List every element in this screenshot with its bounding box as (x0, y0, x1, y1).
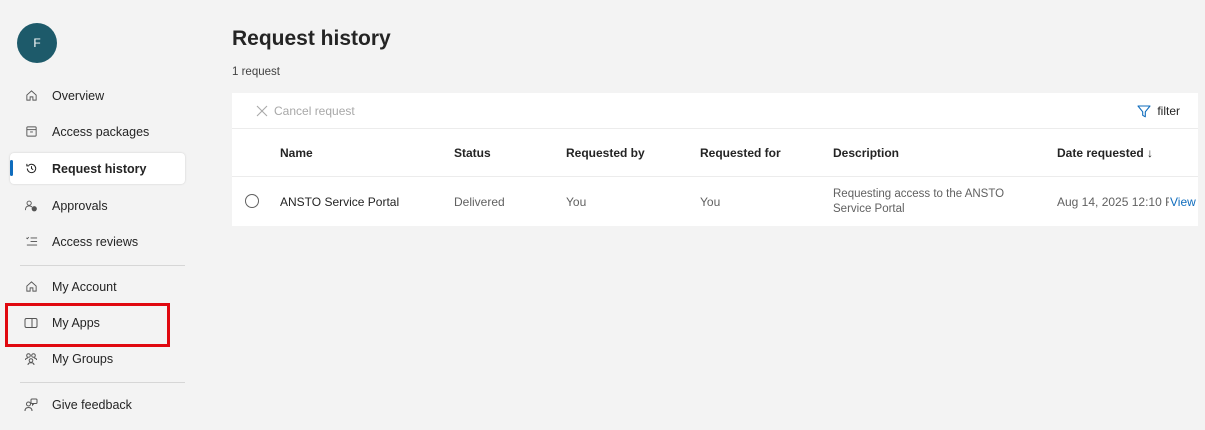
home-icon (24, 89, 38, 103)
sidebar-item-label: My Groups (52, 351, 114, 366)
sidebar-item-label: Request history (52, 161, 147, 176)
package-icon (24, 125, 38, 139)
cell-description: Requesting access to the ANSTO Service P… (833, 187, 1005, 215)
sidebar-item-my-groups[interactable]: My Groups (10, 343, 185, 374)
sidebar-item-label: Access reviews (52, 234, 139, 249)
close-icon (256, 105, 268, 117)
view-link[interactable]: View (1170, 177, 1196, 226)
column-header-requested-for[interactable]: Requested for (700, 129, 781, 176)
sidebar-item-label: My Account (52, 279, 117, 294)
row-select-radio[interactable] (245, 194, 259, 208)
filter-icon (1137, 104, 1151, 117)
column-header-requested-by[interactable]: Requested by (566, 129, 645, 176)
sidebar: F Overview Access packages Request histo… (0, 0, 195, 430)
sidebar-divider (20, 265, 185, 266)
home-icon (24, 280, 38, 294)
avatar[interactable]: F (17, 23, 57, 63)
approvals-icon (24, 199, 38, 213)
sidebar-item-label: Overview (52, 88, 105, 103)
filter-label: filter (1157, 104, 1180, 118)
cell-status: Delivered (454, 194, 505, 209)
request-count: 1 request (232, 66, 280, 78)
sidebar-divider (20, 382, 185, 383)
active-indicator (10, 160, 13, 176)
sidebar-item-access-reviews[interactable]: Access reviews (10, 226, 185, 257)
sidebar-item-my-account[interactable]: My Account (10, 271, 185, 302)
cell-date-requested: Aug 14, 2025 12:10 F (1057, 194, 1169, 209)
history-icon (24, 162, 38, 176)
sidebar-item-overview[interactable]: Overview (10, 80, 185, 111)
sidebar-item-request-history[interactable]: Request history (10, 153, 185, 184)
sidebar-item-access-packages[interactable]: Access packages (10, 116, 185, 147)
cell-requested-for: You (700, 194, 721, 209)
feedback-icon (24, 398, 38, 412)
highlight-annotation (5, 303, 170, 347)
column-header-status[interactable]: Status (454, 129, 491, 176)
cell-requested-by: You (566, 194, 587, 209)
sidebar-item-label: Give feedback (52, 397, 132, 412)
cancel-request-label: Cancel request (274, 104, 355, 118)
checklist-icon (24, 235, 38, 249)
cancel-request-button[interactable]: Cancel request (256, 93, 355, 129)
column-header-name[interactable]: Name (280, 129, 313, 176)
filter-button[interactable]: filter (1137, 93, 1180, 129)
sidebar-item-label: Access packages (52, 124, 150, 139)
sidebar-item-label: Approvals (52, 198, 108, 213)
toolbar: Cancel request filter (232, 93, 1198, 129)
page-title: Request history (232, 27, 391, 50)
column-header-date-requested[interactable]: Date requested ↓ (1057, 129, 1153, 176)
sidebar-item-approvals[interactable]: Approvals (10, 190, 185, 221)
groups-icon (24, 352, 38, 366)
sidebar-item-give-feedback[interactable]: Give feedback (10, 389, 185, 420)
column-header-description[interactable]: Description (833, 129, 899, 176)
cell-name: ANSTO Service Portal (280, 194, 400, 209)
request-table: Name Status Requested by Requested for D… (232, 129, 1198, 226)
